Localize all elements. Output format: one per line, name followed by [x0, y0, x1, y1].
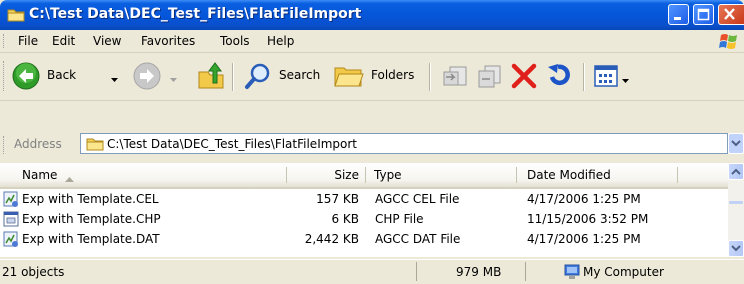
file-size: 6 KB: [331, 212, 359, 226]
address-input[interactable]: C:\Test Data\DEC_Test_Files\FlatFileImpo…: [80, 133, 728, 154]
column-header-date[interactable]: Date Modified: [517, 163, 677, 187]
scroll-up-button[interactable]: [728, 163, 744, 180]
file-row[interactable]: Exp with Template.CEL 157 KB AGCC CEL Fi…: [0, 190, 728, 210]
agcc-file-icon: [3, 191, 20, 211]
chevron-up-icon: [731, 168, 741, 175]
status-bar: 21 objects 979 MB My Computer: [0, 259, 744, 284]
menu-view[interactable]: View: [93, 34, 121, 48]
column-header-name[interactable]: Name: [0, 163, 286, 187]
file-type: CHP File: [375, 212, 424, 226]
list-header: Name Size Type Date Modified: [0, 163, 728, 189]
status-size: 979 MB: [456, 265, 502, 279]
menu-grip[interactable]: [3, 34, 7, 48]
column-date-label: Date Modified: [527, 168, 611, 182]
folder-icon: [86, 136, 104, 154]
file-row[interactable]: Exp with Template.CHP 6 KB CHP File 11/1…: [0, 210, 728, 230]
forward-arrow-icon: [133, 62, 161, 93]
maximize-button[interactable]: [693, 4, 714, 25]
close-button[interactable]: [718, 4, 744, 25]
chp-file-icon: [3, 211, 20, 231]
views-dropdown-icon[interactable]: [622, 73, 630, 87]
chevron-down-icon: [731, 140, 741, 147]
file-type: AGCC CEL File: [375, 192, 460, 206]
standard-toolbar: Back Search Folders: [0, 53, 744, 101]
move-to-icon[interactable]: [441, 63, 469, 92]
status-divider: [416, 262, 417, 281]
file-name: Exp with Template.CHP: [22, 212, 161, 226]
file-row[interactable]: Exp with Template.DAT 2,442 KB AGCC DAT …: [0, 230, 728, 250]
column-header-size[interactable]: Size: [287, 163, 365, 187]
file-date: 4/17/2006 1:25 PM: [527, 192, 641, 206]
address-label: Address: [14, 137, 62, 151]
file-name: Exp with Template.CEL: [22, 192, 159, 206]
my-computer-icon: [563, 263, 581, 284]
back-arrow-icon: [12, 62, 40, 93]
file-type: AGCC DAT File: [375, 232, 461, 246]
undo-icon[interactable]: [546, 62, 574, 93]
sort-ascending-icon: [65, 172, 74, 186]
minimize-button[interactable]: [668, 4, 689, 25]
menu-edit[interactable]: Edit: [52, 34, 75, 48]
address-bar: Address C:\Test Data\DEC_Test_Files\Flat…: [0, 131, 744, 159]
back-label: Back: [47, 68, 77, 82]
toolbar-separator: [583, 63, 585, 91]
minimize-icon: [674, 17, 681, 20]
column-name-label: Name: [22, 168, 58, 182]
file-size: 2,442 KB: [304, 232, 359, 246]
menu-help[interactable]: Help: [267, 34, 294, 48]
back-dropdown-icon[interactable]: [111, 72, 119, 86]
back-button[interactable]: Back: [10, 59, 124, 93]
toolbar-separator: [429, 63, 431, 91]
agcc-file-icon: [3, 231, 20, 251]
vertical-scrollbar[interactable]: [728, 163, 744, 257]
up-folder-icon[interactable]: [196, 61, 226, 94]
column-type-label: Type: [374, 168, 402, 182]
views-icon: [593, 63, 619, 92]
copy-to-icon[interactable]: [475, 63, 503, 92]
title-bar[interactable]: C:\Test Data\DEC_Test_Files\FlatFileImpo…: [0, 0, 744, 30]
folders-button[interactable]: Folders: [333, 59, 419, 93]
folder-icon: [7, 7, 25, 25]
search-label: Search: [279, 68, 321, 82]
column-divider[interactable]: [677, 167, 678, 183]
chevron-down-icon: [731, 245, 741, 252]
status-location: My Computer: [583, 265, 664, 279]
close-icon: [724, 8, 735, 20]
address-dropdown-button[interactable]: [728, 133, 744, 154]
window-title: C:\Test Data\DEC_Test_Files\FlatFileImpo…: [29, 6, 362, 22]
toolbar-separator: [232, 63, 234, 91]
column-size-label: Size: [334, 168, 359, 182]
menu-favorites[interactable]: Favorites: [141, 34, 195, 48]
menu-tools[interactable]: Tools: [220, 34, 250, 48]
forward-button[interactable]: [133, 59, 183, 93]
search-icon: [244, 62, 272, 93]
file-date: 11/15/2006 3:52 PM: [527, 212, 649, 226]
file-name: Exp with Template.DAT: [22, 232, 160, 246]
address-value: C:\Test Data\DEC_Test_Files\FlatFileImpo…: [107, 137, 358, 151]
menu-file[interactable]: File: [18, 34, 38, 48]
delete-icon[interactable]: [510, 62, 538, 93]
address-grip[interactable]: [3, 136, 7, 154]
folders-label: Folders: [371, 68, 415, 82]
toolbar-grip[interactable]: [3, 61, 7, 91]
toolbar-spacer: [0, 101, 744, 131]
windows-logo-icon: [718, 31, 740, 54]
status-divider: [525, 262, 526, 281]
file-date: 4/17/2006 1:25 PM: [527, 232, 641, 246]
folders-icon: [333, 62, 365, 93]
file-list: Exp with Template.CEL 157 KB AGCC CEL Fi…: [0, 189, 728, 257]
scroll-thumb[interactable]: [729, 201, 743, 204]
maximize-icon: [697, 8, 710, 21]
column-header-type[interactable]: Type: [366, 163, 516, 187]
search-button[interactable]: Search: [244, 59, 326, 93]
status-object-count: 21 objects: [2, 265, 65, 279]
scroll-down-button[interactable]: [728, 240, 744, 257]
forward-dropdown-icon[interactable]: [170, 72, 178, 86]
file-size: 157 KB: [316, 192, 359, 206]
views-button[interactable]: [593, 61, 635, 91]
